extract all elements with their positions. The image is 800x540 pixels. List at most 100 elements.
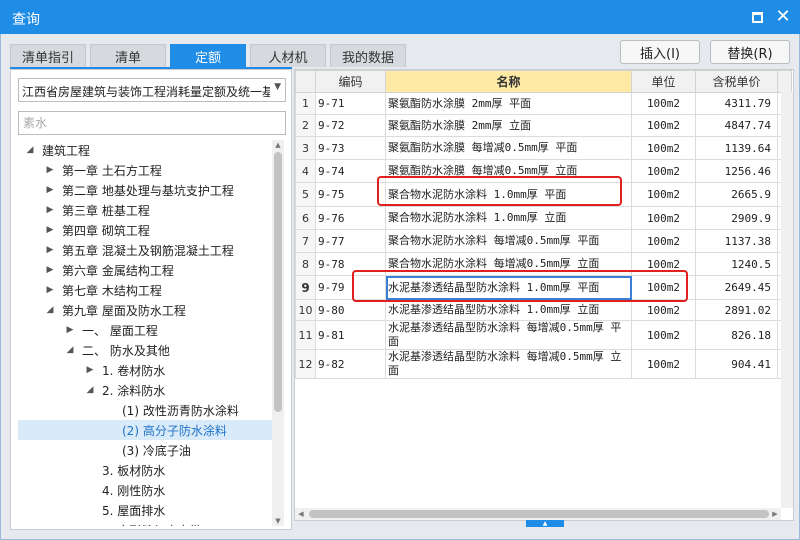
unit-cell[interactable]: 100m2 [631,206,696,230]
row-number-cell[interactable]: 12 [295,349,316,379]
code-cell[interactable]: 9-72 [315,114,386,137]
search-input[interactable] [18,111,286,135]
unit-cell[interactable]: 100m2 [631,92,696,115]
price-cell[interactable]: 4847.74 [695,114,778,137]
expand-arrow-icon[interactable]: ▶ [44,185,56,195]
tree-node[interactable]: ◢ 二、 防水及其他 [18,340,272,360]
unit-cell[interactable]: 100m2 [631,136,696,160]
tree-node[interactable]: 3. 板材防水 [18,460,272,480]
tab-list[interactable]: 清单 [90,44,166,67]
tree-node[interactable]: ◢ 建筑工程 [18,140,272,160]
table-row[interactable]: 2 9-72 聚氨酯防水涂膜 2mm厚 立面 100m2 4847.74 [295,114,792,137]
row-number-cell[interactable]: 1 [295,92,316,115]
price-cell[interactable]: 826.18 [695,320,778,350]
name-cell[interactable]: 聚合物水泥防水涂料 1.0mm厚 立面 [385,206,632,230]
table-row[interactable]: 7 9-77 聚合物水泥防水涂料 每增减0.5mm厚 平面 100m2 1137.38 [295,229,792,253]
price-cell[interactable]: 1139.64 [695,136,778,160]
name-cell[interactable]: 水泥基渗透结晶型防水涂料 1.0mm厚 立面 [385,299,632,321]
hscroll-thumb[interactable] [309,510,769,518]
code-cell[interactable]: 9-71 [315,92,386,115]
price-cell[interactable]: 1256.46 [695,159,778,183]
tree-node[interactable]: 6. 变形缝与止水带 [18,520,272,527]
row-number-cell[interactable]: 2 [295,114,316,137]
name-cell[interactable]: 聚氨酯防水涂膜 每增减0.5mm厚 平面 [385,136,632,160]
code-cell[interactable]: 9-81 [315,320,386,350]
collapse-arrow-icon[interactable]: ◢ [44,305,56,315]
tab-labor-material[interactable]: 人材机 [250,44,326,67]
unit-cell[interactable]: 100m2 [631,320,696,350]
unit-cell[interactable]: 100m2 [631,299,696,321]
name-cell[interactable]: 聚氨酯防水涂膜 2mm厚 平面 [385,92,632,115]
expand-arrow-icon[interactable]: ▶ [44,225,56,235]
price-cell[interactable]: 2891.02 [695,299,778,321]
table-row[interactable]: 1 9-71 聚氨酯防水涂膜 2mm厚 平面 100m2 4311.79 [295,92,792,115]
tree-node[interactable]: ▶ 第三章 桩基工程 [18,200,272,220]
code-column-header[interactable]: 编码 [315,70,386,93]
tree-node[interactable]: ▶ 第一章 土石方工程 [18,160,272,180]
unit-column-header[interactable]: 单位 [631,70,696,93]
tree-node[interactable]: ▶ 第四章 砌筑工程 [18,220,272,240]
name-column-header[interactable]: 名称 [385,70,632,93]
expand-arrow-icon[interactable]: ▶ [44,265,56,275]
row-number-cell[interactable]: 11 [295,320,316,350]
row-number-cell[interactable]: 7 [295,229,316,253]
grid-horizontal-scrollbar[interactable]: ◀ ▶ [295,508,781,520]
insert-button[interactable]: 插入(I) [620,40,700,64]
tree-node[interactable]: ▶ 1. 卷材防水 [18,360,272,380]
scroll-down-icon[interactable]: ▼ [272,516,284,526]
unit-cell[interactable]: 100m2 [631,349,696,379]
row-number-cell[interactable]: 9 [295,275,316,300]
collapse-arrow-icon[interactable]: ◢ [84,385,96,395]
tree-node[interactable]: (3) 冷底子油 [18,440,272,460]
table-row[interactable]: 12 9-82 水泥基渗透结晶型防水涂料 每增减0.5mm厚 立面 100m2 904.… [295,349,792,379]
table-row[interactable]: 11 9-81 水泥基渗透结晶型防水涂料 每增减0.5mm厚 平面 100m2 826.… [295,320,792,350]
table-row[interactable]: 3 9-73 聚氨酯防水涂膜 每增减0.5mm厚 平面 100m2 1139.64 [295,136,792,160]
expand-arrow-icon[interactable]: ▶ [44,285,56,295]
code-cell[interactable]: 9-74 [315,159,386,183]
price-cell[interactable]: 4311.79 [695,92,778,115]
unit-cell[interactable]: 100m2 [631,229,696,253]
tree-node[interactable]: ◢ 2. 涂料防水 [18,380,272,400]
price-cell[interactable]: 1137.38 [695,229,778,253]
code-cell[interactable]: 9-80 [315,299,386,321]
row-number-cell[interactable]: 3 [295,136,316,160]
unit-cell[interactable]: 100m2 [631,159,696,183]
tree-node[interactable]: ▶ 第五章 混凝土及钢筋混凝土工程 [18,240,272,260]
table-row[interactable]: 10 9-80 水泥基渗透结晶型防水涂料 1.0mm厚 立面 100m2 2891.02 [295,299,792,321]
name-cell[interactable]: 水泥基渗透结晶型防水涂料 每增减0.5mm厚 平面 [385,320,632,350]
tab-my-data[interactable]: 我的数据 [330,44,406,67]
tree-node[interactable]: (2) 高分子防水涂料 [18,420,272,440]
expand-arrow-icon[interactable]: ▶ [64,325,76,335]
name-cell[interactable]: 聚合物水泥防水涂料 每增减0.5mm厚 平面 [385,229,632,253]
code-cell[interactable]: 9-75 [315,182,386,207]
code-cell[interactable]: 9-77 [315,229,386,253]
collapse-arrow-icon[interactable]: ◢ [24,145,36,155]
tree-node[interactable]: ◢ 第九章 屋面及防水工程 [18,300,272,320]
code-cell[interactable]: 9-82 [315,349,386,379]
maximize-icon[interactable] [748,8,766,26]
tree-node[interactable]: ▶ 第七章 木结构工程 [18,280,272,300]
replace-button[interactable]: 替换(R) [710,40,790,64]
expand-arrow-icon[interactable]: ▶ [84,365,96,375]
close-icon[interactable]: ✕ [774,8,792,26]
tree-node[interactable]: ▶ 一、 屋面工程 [18,320,272,340]
tree-node[interactable]: ▶ 第二章 地基处理与基坑支护工程 [18,180,272,200]
scroll-right-icon[interactable]: ▶ [769,509,781,519]
scroll-up-icon[interactable]: ▲ [272,140,284,150]
code-cell[interactable]: 9-76 [315,206,386,230]
row-number-cell[interactable]: 5 [295,182,316,207]
tree-scrollbar[interactable]: ▲ ▼ [272,140,284,526]
tree-node[interactable]: (1) 改性沥青防水涂料 [18,400,272,420]
price-cell[interactable]: 2649.45 [695,275,778,300]
scroll-thumb[interactable] [274,152,282,412]
tab-list-guide[interactable]: 清单指引 [10,44,86,67]
collapse-arrow-icon[interactable]: ◢ [64,345,76,355]
tree-node[interactable]: 4. 刚性防水 [18,480,272,500]
expand-arrow-icon[interactable]: ▶ [44,245,56,255]
tree-node[interactable]: 5. 屋面排水 [18,500,272,520]
expand-arrow-icon[interactable]: ▶ [44,165,56,175]
code-cell[interactable]: 9-73 [315,136,386,160]
unit-cell[interactable]: 100m2 [631,182,696,207]
scroll-left-icon[interactable]: ◀ [295,509,307,519]
row-number-cell[interactable]: 6 [295,206,316,230]
